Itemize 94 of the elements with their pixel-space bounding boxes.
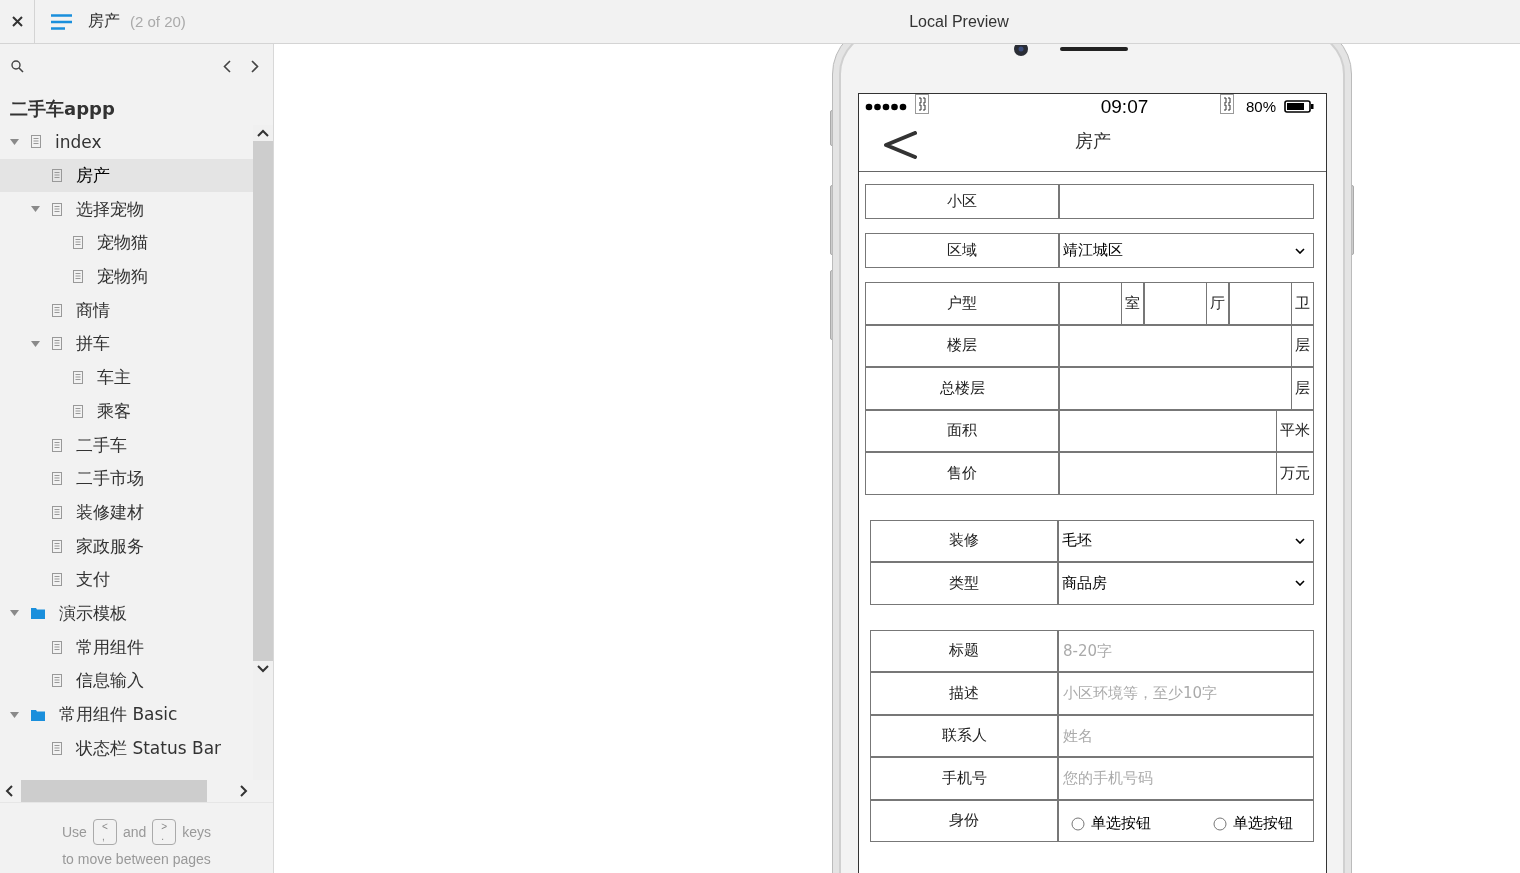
tree-item[interactable]: 支付 [0, 562, 253, 597]
unit-label: 卫 [1291, 283, 1313, 324]
radio-label[interactable]: 单选按钮 [1091, 814, 1151, 834]
folder-icon [31, 607, 45, 620]
page-icon [52, 303, 62, 317]
field-label: 户型 [866, 283, 1060, 324]
search-icon[interactable] [11, 59, 24, 73]
key-cap: > . [152, 819, 177, 845]
radio-label[interactable]: 单选按钮 [1233, 814, 1293, 834]
preview-title: Local Preview [909, 12, 1009, 30]
field-label: 面积 [866, 410, 1060, 451]
speaker-grille [1060, 47, 1128, 51]
tree-item[interactable]: 信息输入 [0, 664, 253, 698]
page-count: (2 of 20) [130, 13, 186, 30]
tree-item[interactable]: 车主 [0, 360, 253, 395]
field-label: 类型 [871, 563, 1059, 604]
unit-label: 平米 [1276, 410, 1313, 451]
page-icon [52, 573, 62, 587]
unit-label: 厅 [1206, 283, 1228, 324]
scroll-left-icon[interactable] [5, 785, 13, 797]
status-time: 09:07 [1100, 95, 1149, 118]
page-icon [52, 674, 62, 688]
tree-item[interactable]: 宠物狗 [0, 259, 253, 294]
hint-text: Use [61, 824, 87, 840]
page-icon [73, 270, 83, 284]
page-icon [52, 741, 62, 755]
page-icon [31, 135, 41, 149]
tree-item[interactable]: 宠物猫 [0, 226, 253, 260]
hint-text: keys [182, 824, 212, 840]
back-icon[interactable] [883, 131, 917, 159]
page-icon [73, 371, 83, 385]
field-label: 楼层 [866, 325, 1060, 366]
page-icon [52, 337, 62, 351]
hint-text: and [122, 824, 147, 840]
tree-item[interactable]: index [0, 125, 253, 159]
field-label: 售价 [866, 453, 1060, 494]
expand-triangle-icon[interactable] [31, 206, 40, 213]
tree-item[interactable]: 房产 [0, 158, 253, 193]
expand-triangle-icon[interactable] [31, 340, 40, 347]
page-title: 房产 [88, 11, 120, 32]
expand-triangle-icon[interactable] [10, 711, 19, 718]
battery-percent: 80% [1246, 98, 1276, 115]
hint-text: to move between pages [62, 851, 211, 867]
camera-icon [1013, 45, 1029, 57]
expand-triangle-icon[interactable] [10, 138, 19, 145]
horizontal-scrollbar[interactable] [0, 780, 273, 803]
previous-page-icon[interactable] [223, 59, 231, 73]
radio-button[interactable] [1213, 816, 1227, 831]
tree-item[interactable]: 常用组件 Basic [0, 697, 253, 732]
tree-item[interactable]: 选择宠物 [0, 192, 253, 227]
select-field[interactable]: 商品房 [1059, 563, 1313, 604]
next-page-icon[interactable] [251, 59, 259, 73]
close-icon [11, 16, 23, 27]
tree-item[interactable]: 拼车 [0, 327, 253, 361]
nav-title: 房产 [1074, 130, 1111, 151]
page-icon [52, 472, 62, 486]
field-label: 装修 [871, 520, 1059, 561]
tree-item[interactable]: 二手市场 [0, 461, 253, 496]
page-icon [52, 539, 62, 553]
tree-item[interactable]: 装修建材 [0, 495, 253, 530]
tree-item[interactable]: 乘客 [0, 394, 253, 429]
page-icon [52, 202, 62, 216]
tree-item[interactable]: 演示模板 [0, 596, 253, 631]
tree-item[interactable]: 商情 [0, 293, 253, 328]
battery-icon [1284, 100, 1314, 113]
chevron-down-icon [1295, 580, 1305, 587]
unit-label: 万元 [1276, 453, 1313, 494]
page-icon [52, 169, 62, 183]
tree-item[interactable]: 常用组件 [0, 630, 253, 664]
field-label: 身份 [871, 800, 1059, 841]
select-field[interactable]: 毛坯 [1059, 520, 1313, 561]
unit-label: 层 [1291, 325, 1313, 366]
tree-item[interactable]: 状态栏 Status Bar [0, 731, 253, 766]
scroll-right-icon[interactable] [240, 785, 248, 797]
page-icon [73, 404, 83, 418]
key-cap: < , [92, 819, 117, 845]
folder-icon [31, 708, 45, 721]
page-icon [52, 505, 62, 519]
tree-item[interactable]: 二手车 [0, 428, 253, 462]
signal-dots-icon [865, 102, 907, 111]
page-icon [52, 438, 62, 452]
unit-label: 层 [1291, 368, 1313, 409]
chevron-down-icon [1295, 537, 1305, 544]
menu-icon[interactable] [51, 13, 72, 30]
unit-label: 室 [1121, 283, 1143, 324]
radio-button[interactable] [1071, 816, 1085, 831]
expand-triangle-icon[interactable] [10, 610, 19, 617]
scroll-up-icon[interactable] [257, 129, 269, 137]
page-icon [52, 640, 62, 654]
page-icon [73, 236, 83, 250]
tree-item[interactable]: 家政服务 [0, 529, 253, 563]
project-name: 二手车appp [9, 97, 116, 121]
field-label: 总楼层 [866, 368, 1060, 409]
scroll-down-icon[interactable] [257, 665, 269, 673]
